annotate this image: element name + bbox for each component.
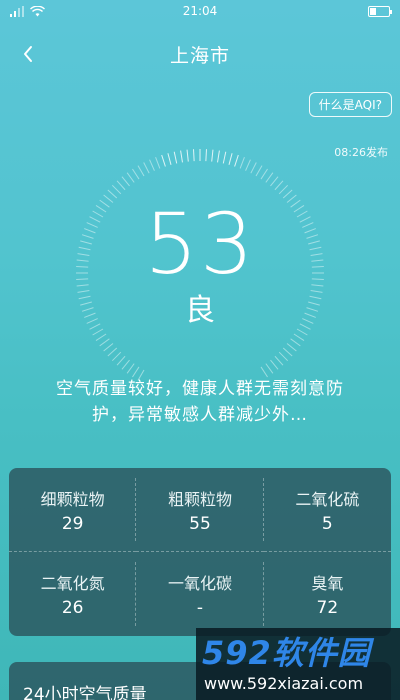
- gauge-tick: [132, 168, 140, 180]
- gauge-tick: [274, 180, 284, 191]
- signal-icon: [10, 5, 24, 17]
- gauge-tick: [116, 180, 126, 191]
- what-is-aqi-button[interactable]: 什么是AQI?: [308, 92, 392, 117]
- gauge-tick: [173, 151, 178, 164]
- gauge-tick: [293, 333, 305, 341]
- pollutant-value: -: [196, 598, 204, 618]
- chevron-left-icon: [24, 46, 32, 62]
- gauge-tick: [193, 149, 195, 162]
- hourly-aqi-title: 24小时空气质量: [23, 685, 147, 700]
- header: 上海市: [0, 36, 400, 72]
- pollutant-name: 细颗粒物: [40, 489, 105, 509]
- gauge-tick: [260, 168, 268, 180]
- gauge-tick: [121, 176, 130, 187]
- publish-time: 08:26发布: [334, 146, 388, 159]
- aqi-value: 53: [144, 195, 256, 293]
- battery-icon: [368, 5, 392, 17]
- status-left: [10, 5, 45, 17]
- pollutant-o3[interactable]: 臭氧 72: [264, 552, 391, 636]
- gauge-tick: [186, 149, 189, 162]
- pollutant-so2[interactable]: 二氧化硫 5: [263, 468, 391, 552]
- pollutant-pm10[interactable]: 粗颗粒物 55: [136, 468, 264, 552]
- gauge-tick: [296, 328, 308, 336]
- gauge-tick: [99, 338, 110, 347]
- gauge-tick: [77, 290, 90, 293]
- health-advice: 空气质量较好，健康人群无需刻意防护，异常敏感人群减少外…: [56, 379, 344, 425]
- pollutant-value: 26: [61, 598, 84, 618]
- watermark-logo: 592软件园: [202, 634, 371, 672]
- gauge-tick: [270, 176, 279, 187]
- pollutant-name: 粗颗粒物: [167, 489, 232, 509]
- pollutant-value: 29: [61, 513, 84, 534]
- gauge-tick: [205, 149, 207, 162]
- back-button[interactable]: [14, 40, 42, 68]
- gauge-tick: [121, 359, 130, 370]
- pollutant-value: 5: [321, 513, 333, 534]
- gauge-tick: [265, 172, 274, 183]
- pollutant-value: 55: [189, 513, 211, 534]
- site-watermark: 592软件园 www.592xiazai.com: [196, 628, 400, 700]
- gauge-tick: [95, 333, 107, 341]
- aqi-level: 良: [185, 293, 215, 328]
- pollutant-co[interactable]: 一氧化碳 -: [136, 552, 264, 636]
- gauge-tick: [282, 347, 293, 357]
- gauge-tick: [228, 153, 233, 165]
- status-time: 21:04: [182, 4, 218, 18]
- pollutant-value: 72: [316, 598, 339, 618]
- gauge-tick: [217, 150, 220, 163]
- gauge-tick: [180, 150, 183, 163]
- status-bar: 21:04: [0, 0, 400, 22]
- gauge-tick: [92, 328, 104, 336]
- gauge-tick: [111, 184, 122, 195]
- gauge-tick: [211, 149, 214, 162]
- gauge-tick: [245, 159, 251, 171]
- gauge-tick: [290, 338, 301, 347]
- gauge-tick: [255, 165, 263, 177]
- pollutant-pm25[interactable]: 细颗粒物 29: [9, 468, 137, 552]
- gauge-tick: [111, 351, 122, 362]
- pollutant-name: 臭氧: [311, 574, 344, 593]
- pollutant-name: 二氧化氮: [40, 574, 105, 593]
- gauge-tick: [270, 359, 279, 370]
- pollutant-grid: 细颗粒物 29 粗颗粒物 55 二氧化硫 5 二氧化氮 26 一氧化碳 - 臭氧…: [9, 468, 391, 636]
- gauge-tick: [126, 172, 135, 183]
- gauge-tick: [286, 343, 297, 352]
- wifi-icon: [30, 5, 45, 16]
- pollutant-name: 一氧化碳: [167, 574, 232, 593]
- gauge-tick: [222, 151, 227, 164]
- gauge-tick: [278, 351, 289, 362]
- gauge-tick: [265, 363, 274, 374]
- gauge-tick: [107, 189, 118, 199]
- gauge-tick: [161, 154, 166, 167]
- gauge-tick: [239, 157, 245, 169]
- gauge-tick: [282, 189, 293, 199]
- watermark-url: www.592xiazai.com: [204, 674, 364, 693]
- gauge-tick: [126, 363, 135, 374]
- pollutant-name: 二氧化硫: [295, 489, 360, 509]
- gauge-tick: [116, 355, 126, 366]
- gauge-tick: [234, 154, 239, 167]
- gauge-tick: [107, 347, 118, 357]
- gauge-tick: [250, 162, 257, 174]
- gauge-tick: [143, 162, 150, 174]
- gauge-tick: [278, 184, 289, 195]
- page-title: 上海市: [169, 44, 230, 67]
- gauge-tick: [137, 165, 145, 177]
- gauge-tick: [310, 290, 323, 293]
- gauge-tick: [149, 159, 155, 171]
- pollutant-no2[interactable]: 二氧化氮 26: [9, 552, 137, 636]
- gauge-tick: [167, 153, 172, 165]
- gauge-tick: [103, 343, 114, 352]
- gauge-tick: [274, 355, 284, 366]
- gauge-tick: [155, 157, 161, 169]
